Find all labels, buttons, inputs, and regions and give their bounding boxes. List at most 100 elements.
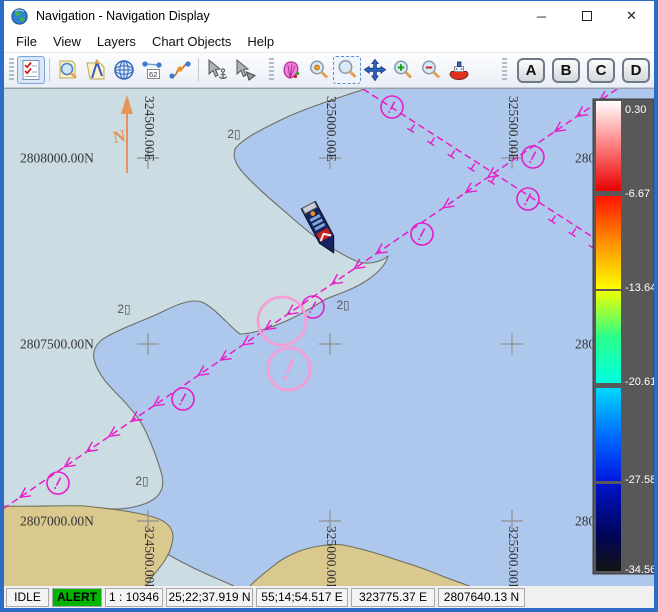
dividers-icon — [84, 58, 108, 82]
easting-label-bottom: 325500.00E — [506, 526, 521, 586]
colorbar-value-label: -34.56 — [625, 564, 654, 576]
app-window: Navigation - Navigation Display ─ ✕ File… — [0, 0, 658, 612]
globe-app-icon — [11, 8, 28, 25]
menu-file[interactable]: File — [8, 32, 45, 51]
preset-d-button[interactable]: D — [622, 58, 650, 83]
window-title: Navigation - Navigation Display — [36, 9, 519, 23]
easting-label-bottom: 324500.00E — [142, 526, 157, 586]
status-latitude: 25;22;37.919 N — [166, 588, 253, 607]
toolbar-grip[interactable] — [502, 58, 507, 82]
chart-symbol-button[interactable] — [277, 56, 305, 84]
pan-button[interactable] — [361, 56, 389, 84]
zoom-original-icon — [307, 58, 331, 82]
easting-label-top: 325500.00E — [506, 96, 521, 162]
title-bar: Navigation - Navigation Display ─ ✕ — [4, 1, 654, 31]
menu-view[interactable]: View — [45, 32, 89, 51]
prohibition-dot — [179, 403, 181, 405]
zoom-in-button[interactable] — [389, 56, 417, 84]
menu-chart-objects[interactable]: Chart Objects — [144, 32, 239, 51]
anchor-select-button[interactable] — [203, 56, 231, 84]
menu-help[interactable]: Help — [239, 32, 282, 51]
prohibition-dot — [309, 311, 311, 313]
object-select-button[interactable] — [231, 56, 259, 84]
preset-buttons: A B C D — [499, 58, 650, 83]
zoom-window-button[interactable] — [333, 56, 361, 84]
northing-label: 2807000.00N — [20, 514, 94, 529]
prohibition-dot — [529, 161, 531, 163]
toolbar-separator — [49, 58, 50, 82]
prohibition-dot — [388, 111, 390, 113]
easting-label-top: 325000.00E — [324, 96, 339, 162]
route-plan-button[interactable] — [166, 56, 194, 84]
toolbar: 62 — [4, 53, 654, 88]
northing-label: 2808000.00N — [20, 151, 94, 166]
colorbar-value-label: 0.30 — [625, 104, 646, 116]
easting-label-bottom: 325000.00E — [324, 526, 339, 586]
zoom-window-icon — [335, 58, 359, 82]
colorbar-segment — [596, 101, 621, 191]
zoom-out-icon — [419, 58, 443, 82]
status-alert: ALERT — [52, 588, 102, 607]
dividers-button[interactable] — [82, 56, 110, 84]
close-icon: ✕ — [626, 8, 637, 24]
depth-contour-label: 2▯ — [135, 474, 148, 488]
colorbar-segment — [596, 291, 621, 383]
geography-layer: N — [4, 89, 654, 586]
chart-legend-icon — [19, 58, 43, 82]
chart-canvas[interactable]: N 2808000.00N2808000.00N2807500.00N28075… — [4, 89, 654, 586]
preset-a-button[interactable]: A — [517, 58, 545, 83]
toolbar-grip[interactable] — [269, 58, 274, 82]
chart-legend-button[interactable] — [17, 56, 45, 84]
colorbar-value-label: -6.67 — [625, 188, 650, 200]
close-button[interactable]: ✕ — [609, 1, 654, 31]
status-mode: IDLE — [6, 588, 49, 607]
colorbar-segment — [596, 196, 621, 289]
toolbar-grip[interactable] — [9, 58, 14, 82]
toolbar-separator — [198, 58, 199, 82]
measure-distance-button[interactable]: 62 — [138, 56, 166, 84]
colorbar-segment — [596, 484, 621, 571]
prohibition-dot — [54, 487, 56, 489]
object-select-icon — [233, 58, 257, 82]
measure-distance-icon: 62 — [140, 58, 164, 82]
zoom-in-icon — [391, 58, 415, 82]
prohibition-dot — [418, 238, 420, 240]
zoom-original-button[interactable] — [305, 56, 333, 84]
preset-c-button[interactable]: C — [587, 58, 615, 83]
minimize-button[interactable]: ─ — [519, 1, 564, 31]
chart-symbol-icon — [279, 58, 303, 82]
colorbar-value-label: -13.64 — [625, 282, 654, 294]
depth-contour-label: 2▯ — [336, 298, 349, 312]
menu-layers[interactable]: Layers — [89, 32, 144, 51]
prohibition-dot — [524, 203, 526, 205]
maximize-icon — [582, 11, 592, 21]
anchor-select-icon — [205, 58, 229, 82]
query-info-button[interactable] — [54, 56, 82, 84]
depth-contour-label: 2▯ — [227, 127, 240, 141]
zoom-out-button[interactable] — [417, 56, 445, 84]
own-ship-icon — [447, 58, 471, 82]
easting-label-top: 324500.00E — [142, 96, 157, 162]
status-scale: 1 : 10346 — [105, 588, 163, 607]
minimize-icon: ─ — [537, 9, 546, 24]
menu-bar: File View Layers Chart Objects Help — [4, 31, 654, 53]
colorbar-value-label: -20.61 — [625, 376, 654, 388]
projection-globe-icon — [112, 58, 136, 82]
preset-b-button[interactable]: B — [552, 58, 580, 83]
status-bar: IDLE ALERT 1 : 10346 25;22;37.919 N 55;1… — [4, 585, 654, 608]
status-longitude: 55;14;54.517 E — [256, 588, 348, 607]
pan-icon — [363, 58, 387, 82]
projection-globe-button[interactable] — [110, 56, 138, 84]
status-easting: 323775.37 E — [351, 588, 435, 607]
depth-colorbar: 0.30 -6.67 -13.64 -20.61 -27.58 -34.56 — [593, 99, 654, 576]
status-northing: 2807640.13 N — [438, 588, 525, 607]
depth-contour-label: 2▯ — [117, 302, 130, 316]
maximize-button[interactable] — [564, 1, 609, 31]
colorbar-value-label: -27.58 — [625, 474, 654, 486]
own-ship-button[interactable] — [445, 56, 473, 84]
route-plan-icon — [168, 58, 192, 82]
caution-bang-dot — [283, 376, 287, 380]
colorbar-segment — [596, 388, 621, 481]
query-info-icon — [56, 58, 80, 82]
northing-label: 2807500.00N — [20, 337, 94, 352]
